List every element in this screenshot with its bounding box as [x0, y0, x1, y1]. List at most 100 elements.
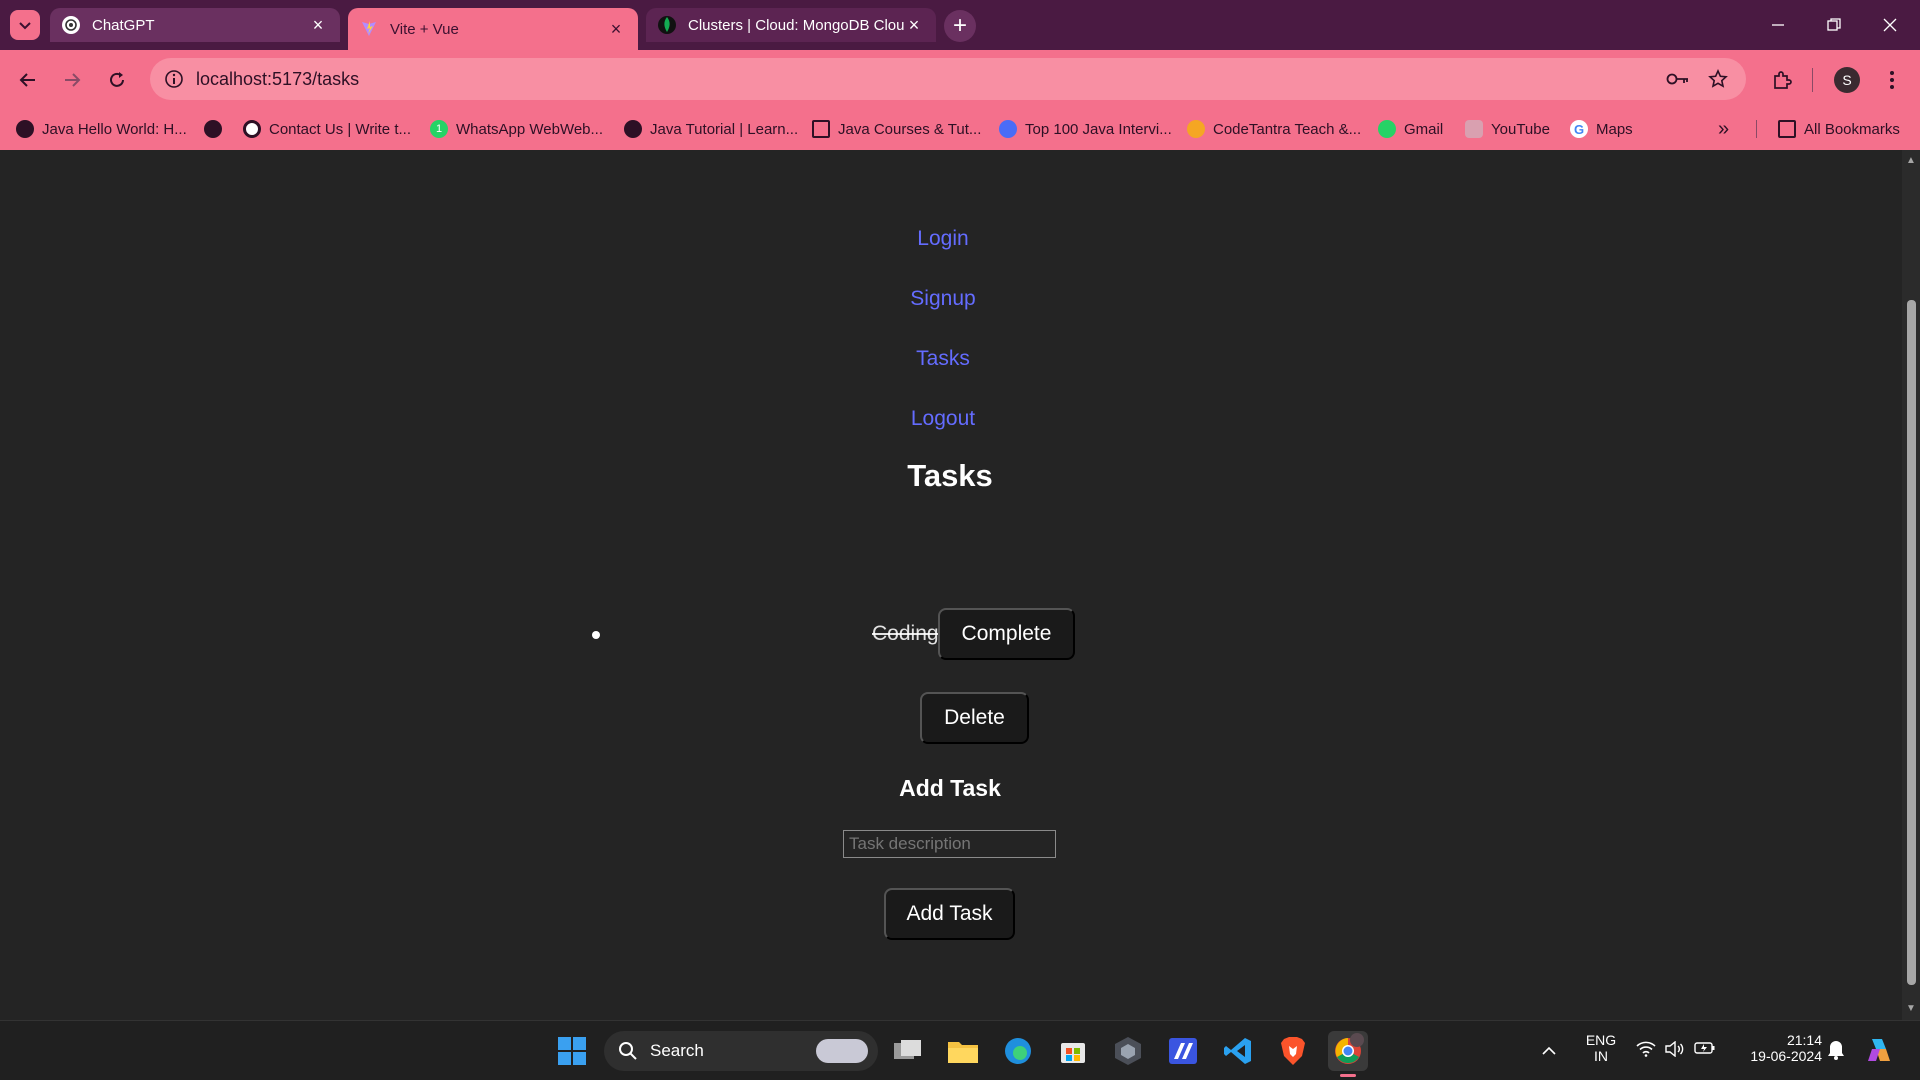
more-vertical-icon	[1890, 71, 1894, 89]
bookmark-item[interactable]: Top 100 Java Intervi...	[999, 116, 1172, 142]
close-tab-icon[interactable]: ×	[904, 15, 924, 35]
tab-chatgpt[interactable]: ChatGPT ×	[50, 8, 340, 42]
tab-mongodb[interactable]: Clusters | Cloud: MongoDB Clou ×	[646, 8, 936, 42]
notifications-icon[interactable]	[1826, 1039, 1846, 1064]
interview-icon	[999, 120, 1017, 138]
codetantra-icon	[1187, 120, 1205, 138]
taskbar-search[interactable]: Search	[604, 1031, 878, 1071]
address-bar[interactable]: localhost:5173/tasks	[150, 58, 1746, 100]
add-task-button[interactable]: Add Task	[884, 888, 1015, 940]
nav-logout-link[interactable]: Logout	[0, 407, 1886, 431]
close-icon	[1883, 18, 1897, 32]
double-chevron-right-icon: »	[1718, 117, 1730, 140]
app-button[interactable]	[1163, 1031, 1203, 1071]
bookmark-item[interactable]: CodeTantra Teach &...	[1187, 116, 1361, 142]
wifi-icon[interactable]	[1636, 1041, 1656, 1060]
profile-badge	[1350, 1033, 1364, 1047]
bookmark-label: WhatsApp WebWeb...	[456, 120, 604, 138]
back-button[interactable]	[12, 64, 44, 96]
task-description-input[interactable]	[843, 830, 1056, 858]
region-code: IN	[1594, 1048, 1608, 1064]
new-tab-button[interactable]: +	[944, 10, 976, 42]
site-info-icon[interactable]	[162, 67, 186, 91]
complete-button[interactable]: Complete	[938, 608, 1075, 660]
globe-icon	[624, 120, 642, 138]
bookmark-item[interactable]: Java Courses & Tut...	[812, 116, 981, 142]
bookmark-item[interactable]: G Maps	[1570, 116, 1633, 142]
bookmark-label: Top 100 Java Intervi...	[1025, 120, 1172, 138]
nav-login-link[interactable]: Login	[0, 227, 1886, 251]
page-title: Tasks	[907, 458, 993, 493]
edge-button[interactable]	[998, 1031, 1038, 1071]
forward-button[interactable]	[56, 64, 88, 96]
task-view-icon	[894, 1040, 921, 1059]
edge-icon	[1005, 1038, 1031, 1064]
start-button[interactable]	[552, 1031, 592, 1071]
arrow-left-icon	[19, 73, 35, 87]
password-key-icon[interactable]	[1662, 63, 1694, 95]
show-hidden-icons-button[interactable]	[1542, 1043, 1556, 1059]
delete-button[interactable]: Delete	[920, 692, 1029, 744]
brave-icon	[1281, 1037, 1305, 1065]
battery-icon[interactable]	[1694, 1041, 1716, 1058]
reload-button[interactable]	[101, 64, 133, 96]
restore-button[interactable]	[1806, 0, 1862, 50]
copilot-icon[interactable]	[1864, 1035, 1894, 1068]
language-indicator[interactable]: ENG IN	[1580, 1032, 1622, 1064]
close-tab-icon[interactable]: ×	[606, 19, 626, 39]
course-icon	[812, 120, 830, 138]
bookmarks-bar: Java Hello World: H... Contact Us | Writ…	[0, 108, 1920, 150]
page-content: Login Signup Tasks Logout Tasks Coding C…	[0, 150, 1902, 1020]
bookmark-label: Contact Us | Write t...	[269, 120, 411, 138]
bookmark-item[interactable]: Contact Us | Write t...	[243, 116, 411, 142]
tab-vite-vue[interactable]: Vite + Vue ×	[348, 8, 638, 50]
store-button[interactable]	[1053, 1031, 1093, 1071]
whatsapp-icon: 1	[430, 120, 448, 138]
nav-signup-link[interactable]: Signup	[0, 287, 1886, 311]
task-view-button[interactable]	[888, 1031, 928, 1071]
minimize-button[interactable]	[1750, 0, 1806, 50]
google-icon: G	[1570, 120, 1588, 138]
bookmark-item[interactable]: Java Tutorial | Learn...	[624, 116, 798, 142]
chrome-button[interactable]	[1328, 1031, 1368, 1077]
star-icon[interactable]	[1702, 63, 1734, 95]
app-button[interactable]	[1108, 1031, 1148, 1071]
bookmark-item[interactable]: YouTube	[1465, 116, 1550, 142]
close-window-button[interactable]	[1862, 0, 1918, 50]
close-tab-icon[interactable]: ×	[308, 15, 328, 35]
tab-title: Vite + Vue	[390, 20, 459, 38]
nav-tasks-link[interactable]: Tasks	[0, 347, 1886, 371]
profile-button[interactable]: S	[1831, 64, 1863, 96]
scroll-down-icon[interactable]: ▼	[1906, 1004, 1916, 1014]
windows-icon	[558, 1037, 586, 1065]
bookmark-item[interactable]: 1 WhatsApp WebWeb...	[430, 116, 603, 142]
more-bookmarks-button[interactable]: »	[1718, 116, 1729, 142]
clock[interactable]: 21:14 19-06-2024	[1732, 1032, 1822, 1064]
app-icon	[1169, 1038, 1197, 1064]
whatsapp-icon	[1378, 120, 1396, 138]
brave-button[interactable]	[1273, 1031, 1313, 1071]
url-text[interactable]: localhost:5173/tasks	[196, 69, 359, 90]
page-scrollbar[interactable]: ▲ ▼	[1902, 150, 1920, 1020]
scroll-up-icon[interactable]: ▲	[1906, 156, 1916, 166]
search-label: Search	[650, 1041, 704, 1060]
minimize-icon	[1772, 24, 1784, 26]
bookmark-label: YouTube	[1491, 120, 1550, 138]
scroll-thumb[interactable]	[1907, 300, 1916, 985]
github-icon	[243, 120, 261, 138]
menu-button[interactable]	[1876, 64, 1908, 96]
bookmark-item[interactable]: Gmail	[1378, 116, 1443, 142]
chevron-down-icon	[19, 22, 31, 30]
all-bookmarks-button[interactable]: All Bookmarks	[1778, 116, 1900, 142]
reload-icon	[110, 72, 124, 87]
extensions-button[interactable]	[1766, 64, 1798, 96]
volume-icon[interactable]	[1665, 1040, 1685, 1060]
restore-icon	[1827, 18, 1841, 31]
clock-time: 21:14	[1786, 1032, 1822, 1048]
bookmark-item[interactable]	[204, 116, 230, 142]
tab-search-button[interactable]	[10, 10, 40, 40]
vscode-button[interactable]	[1218, 1031, 1258, 1071]
bookmark-item[interactable]: Java Hello World: H...	[16, 116, 187, 142]
bookmark-label: Maps	[1596, 120, 1633, 138]
file-explorer-button[interactable]	[943, 1031, 983, 1071]
